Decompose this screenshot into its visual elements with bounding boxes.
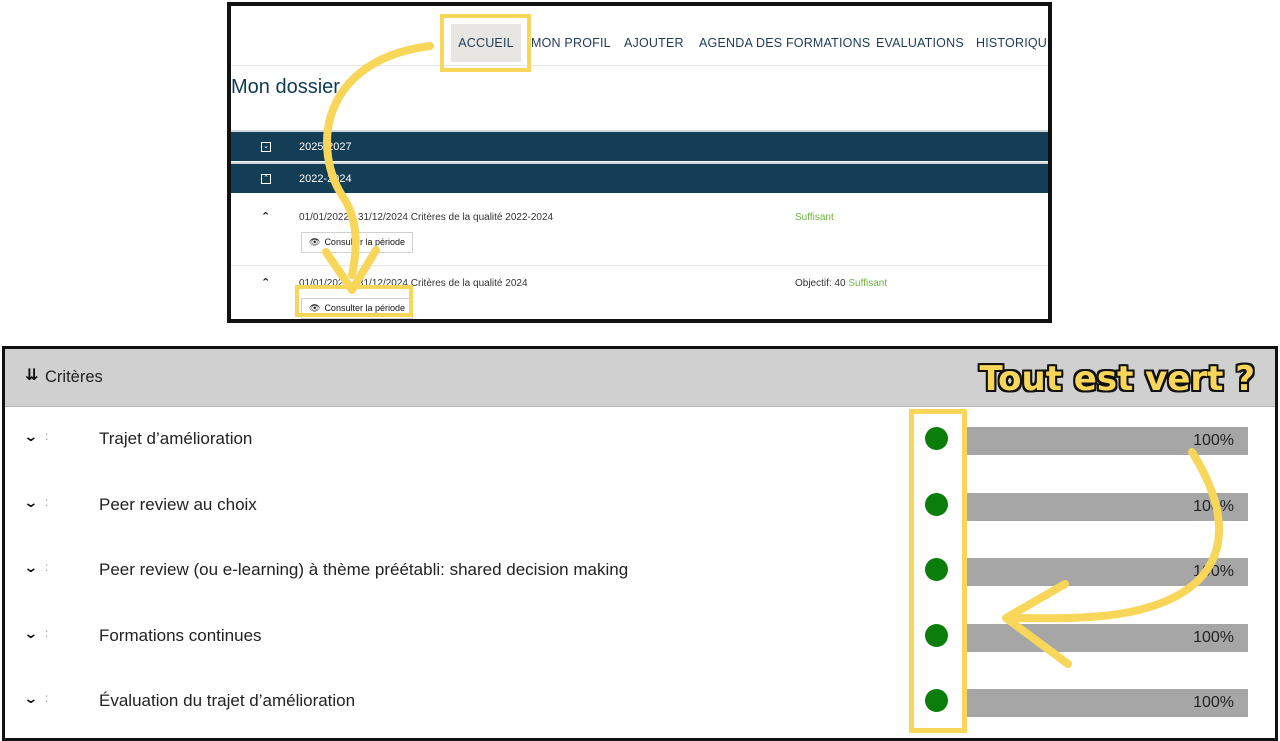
period-row: ⌃ 01/01/2022 - 31/12/2024 Critères de la… bbox=[231, 202, 1048, 266]
drag-handle-icon: : bbox=[45, 494, 49, 509]
criteria-title: Critères bbox=[45, 368, 103, 386]
period-objective: Objectif: 40 bbox=[795, 278, 846, 289]
criteria-header[interactable]: ⇊ Critères Tout est vert ? bbox=[5, 349, 1275, 407]
caret-up-icon[interactable]: ⌃ bbox=[261, 276, 270, 289]
nav-evaluations[interactable]: EVALUATIONS bbox=[876, 24, 964, 62]
period-status: Objectif: 40 Suffisant bbox=[795, 278, 887, 289]
period-status: Suffisant bbox=[795, 212, 834, 223]
progress-bar: 100% bbox=[965, 558, 1248, 586]
expand-down-icon[interactable]: ⌄ bbox=[261, 142, 271, 152]
chevron-down-icon[interactable]: ⌄ bbox=[23, 690, 38, 707]
year-label: 2022-2024 bbox=[299, 173, 352, 185]
chevron-down-icon[interactable]: ⌄ bbox=[23, 494, 38, 511]
highlight-accueil bbox=[440, 14, 531, 72]
drag-handle-icon: : bbox=[45, 691, 49, 705]
chevron-down-icon[interactable]: ⌄ bbox=[23, 559, 38, 576]
criteria-label: Peer review (ou e-learning) à thème préé… bbox=[99, 560, 629, 579]
double-chevron-down-icon[interactable]: ⇊ bbox=[25, 365, 38, 385]
highlight-consult-button bbox=[295, 285, 413, 317]
criteria-row[interactable]: ⌄: Peer review au choix 100% bbox=[5, 474, 1275, 540]
criteria-label: Évaluation du trajet d’amélioration bbox=[99, 691, 356, 710]
progress-percent: 100% bbox=[1193, 497, 1234, 515]
criteria-label: Peer review au choix bbox=[99, 494, 257, 514]
year-label: 2025-2027 bbox=[299, 141, 352, 153]
year-row[interactable]: ⌄ 2025-2027 bbox=[231, 130, 1048, 161]
page-title: Mon dossier bbox=[231, 76, 340, 98]
drag-handle-icon: : bbox=[45, 560, 49, 574]
progress-percent: 100% bbox=[1193, 563, 1234, 580]
progress-percent: 100% bbox=[1193, 628, 1234, 646]
status-text: Suffisant bbox=[848, 278, 888, 289]
progress-bar: 100% bbox=[965, 427, 1248, 455]
status-text: Suffisant bbox=[795, 212, 834, 223]
progress-bar: 100% bbox=[965, 689, 1248, 717]
progress-bar: 100% bbox=[965, 623, 1248, 652]
chevron-down-icon[interactable]: ⌄ bbox=[23, 625, 38, 642]
criteria-row[interactable]: ⌄: Peer review (ou e-learning) à thème pr… bbox=[5, 539, 1275, 605]
button-label: Consulter la période bbox=[324, 237, 405, 247]
nav-mon-profil[interactable]: MON PROFIL bbox=[531, 24, 611, 62]
callout-text: Tout est vert ? bbox=[979, 359, 1255, 399]
criteria-row[interactable]: ⌄: Évaluation du trajet d’amélioration 100… bbox=[5, 670, 1275, 736]
highlight-status-dots bbox=[909, 409, 967, 733]
progress-percent: 100% bbox=[1193, 432, 1234, 449]
progress-bar: 100% bbox=[965, 492, 1248, 521]
period-title: 01/01/2022 - 31/12/2024 Critères de la q… bbox=[299, 212, 554, 223]
criteria-label: Formations continues bbox=[99, 625, 262, 645]
year-row[interactable]: ⌃ 2022-2024 bbox=[231, 162, 1048, 193]
dossier-panel: ACCUEIL MON PROFIL AJOUTER AGENDA DES FO… bbox=[227, 2, 1052, 323]
nav-historique[interactable]: HISTORIQUE bbox=[976, 24, 1048, 62]
nav-agenda-formations[interactable]: AGENDA DES FORMATIONS bbox=[699, 24, 870, 62]
consult-period-button[interactable]: 👁 Consulter la période bbox=[301, 232, 413, 253]
top-navigation: ACCUEIL MON PROFIL AJOUTER AGENDA DES FO… bbox=[231, 6, 1048, 66]
drag-handle-icon: : bbox=[45, 625, 49, 640]
eye-icon: 👁 bbox=[309, 237, 321, 247]
progress-percent: 100% bbox=[1193, 694, 1234, 711]
stage: ACCUEIL MON PROFIL AJOUTER AGENDA DES FO… bbox=[0, 0, 1280, 741]
drag-handle-icon: : bbox=[45, 429, 49, 443]
nav-ajouter[interactable]: AJOUTER bbox=[624, 24, 684, 62]
chevron-down-icon[interactable]: ⌄ bbox=[23, 428, 38, 445]
caret-up-icon[interactable]: ⌃ bbox=[261, 210, 270, 223]
criteria-label: Trajet d’amélioration bbox=[99, 429, 253, 448]
criteria-row[interactable]: ⌄: Formations continues 100% bbox=[5, 605, 1275, 671]
criteria-row[interactable]: ⌄: Trajet d’amélioration 100% bbox=[5, 408, 1275, 474]
collapse-up-icon[interactable]: ⌃ bbox=[261, 174, 271, 184]
criteria-panel: ⇊ Critères Tout est vert ? ⌄: Trajet d’am… bbox=[2, 346, 1278, 741]
